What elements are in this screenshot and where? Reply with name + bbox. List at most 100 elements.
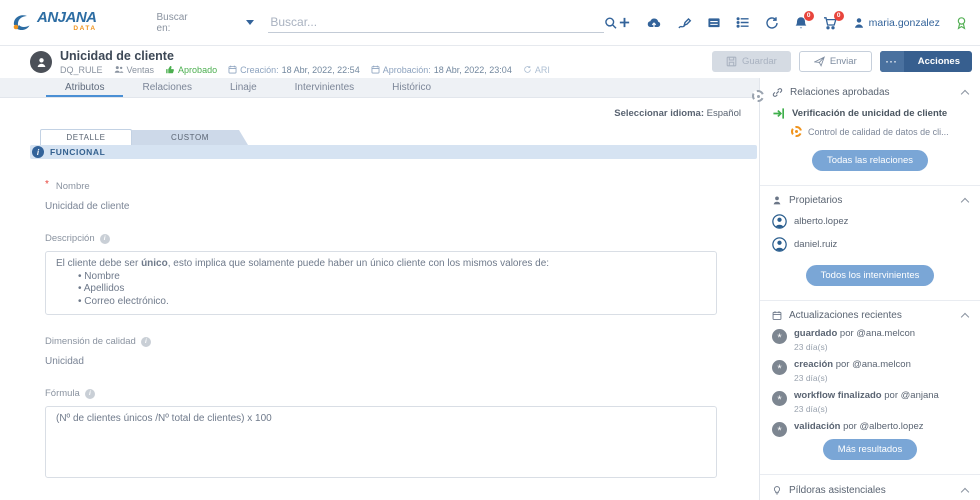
nombre-value: Unicidad de cliente xyxy=(45,201,759,212)
cloud-upload-icon[interactable] xyxy=(646,16,662,30)
person-icon xyxy=(772,195,782,206)
descripcion-pre: El cliente debe ser xyxy=(56,258,141,269)
search-input[interactable] xyxy=(268,12,604,33)
cart-icon[interactable]: 0 xyxy=(823,16,838,30)
sidebar-settings-gear-icon[interactable] xyxy=(752,90,764,102)
field-descripcion: Descripción El cliente debe ser único, e… xyxy=(45,233,759,315)
list-icon[interactable] xyxy=(736,16,750,29)
version-item[interactable]: ARI xyxy=(523,65,550,75)
save-button[interactable]: Guardar xyxy=(712,51,791,72)
dimension-label: Dimensión de calidad xyxy=(45,336,136,347)
anjana-logo[interactable]: ANJANA DATA xyxy=(10,11,97,35)
all-stakeholders-button[interactable]: Todos los intervinientes xyxy=(806,265,935,286)
section-funcional-header[interactable]: i FUNCIONAL xyxy=(30,145,757,159)
tab-bar: Atributos Relaciones Linaje Intervinient… xyxy=(0,78,759,98)
version-label: ARI xyxy=(535,65,550,75)
relaciones-header[interactable]: Relaciones aprobadas xyxy=(772,87,968,98)
descripcion-bullet: Correo electrónico. xyxy=(56,296,706,309)
info-icon[interactable] xyxy=(85,389,95,399)
update-action: validación xyxy=(794,421,840,432)
section-actualizaciones: Actualizaciones recientes guardado por @… xyxy=(760,301,980,475)
language-selector[interactable]: Seleccionar idioma: Español xyxy=(0,98,759,125)
user-menu[interactable]: maria.gonzalez xyxy=(853,17,940,29)
search-icon[interactable] xyxy=(604,16,617,30)
update-star-icon xyxy=(772,422,787,437)
right-sidebar: Relaciones aprobadas Verificación de uni… xyxy=(759,78,980,500)
actions-label: Acciones xyxy=(909,56,972,67)
formula-value: (Nº de clientes únicos /Nº total de clie… xyxy=(56,413,272,424)
object-meta: DQ_RULE Ventas Aprobado Creación: 1 xyxy=(60,65,550,75)
tab-linaje[interactable]: Linaje xyxy=(211,78,276,97)
avatar xyxy=(772,214,787,229)
pildoras-title: Píldoras asistenciales xyxy=(789,485,886,496)
relation-subitem-label: Control de calidad de datos de cli... xyxy=(808,127,949,137)
language-value[interactable]: Español xyxy=(707,108,741,119)
search-scope-label[interactable]: Buscar en: xyxy=(157,12,203,34)
main-panel: Atributos Relaciones Linaje Intervinient… xyxy=(0,78,759,500)
send-button[interactable]: Enviar xyxy=(799,51,872,72)
info-icon[interactable] xyxy=(100,234,110,244)
certificate-icon[interactable] xyxy=(955,16,968,30)
field-nombre: Nombre Unicidad de cliente xyxy=(45,181,759,212)
action-buttons: Guardar Enviar ··· Acciones xyxy=(712,51,972,72)
propietarios-title: Propietarios xyxy=(789,195,842,206)
chevron-up-icon[interactable] xyxy=(961,313,969,321)
all-relations-button[interactable]: Todas las relaciones xyxy=(812,150,928,171)
descripcion-post: , esto implica que solamente puede haber… xyxy=(168,258,549,269)
approved-item: Aprobación: 18 Abr, 2022, 23:04 xyxy=(371,65,512,75)
subtab-custom[interactable]: CUSTOM xyxy=(132,130,248,145)
relation-item[interactable]: Verificación de unicidad de cliente xyxy=(772,107,968,120)
chevron-up-icon[interactable] xyxy=(961,90,969,98)
chevron-up-icon[interactable] xyxy=(961,198,969,206)
tab-historico[interactable]: Histórico xyxy=(373,78,450,97)
descripcion-bullet: Nombre xyxy=(56,271,706,284)
section-propietarios: Propietarios alberto.lopez daniel.ruiz T… xyxy=(760,186,980,301)
relation-item-title: Verificación de unicidad de cliente xyxy=(792,108,947,119)
actualizaciones-header[interactable]: Actualizaciones recientes xyxy=(772,310,968,321)
catalog-icon[interactable] xyxy=(707,16,721,29)
update-star-icon xyxy=(772,391,787,406)
tab-intervinientes[interactable]: Intervinientes xyxy=(276,78,373,97)
update-action: workflow finalizado xyxy=(794,390,882,401)
actions-dots: ··· xyxy=(880,51,904,72)
send-label: Enviar xyxy=(830,56,857,67)
update-by: por @anjana xyxy=(884,390,939,401)
update-star-icon xyxy=(772,360,787,375)
approved-value: 18 Abr, 2022, 23:04 xyxy=(434,65,512,75)
domain-item: Ventas xyxy=(114,65,155,75)
tab-atributos[interactable]: Atributos xyxy=(46,78,123,97)
refresh-icon xyxy=(523,65,532,74)
attributes-form: Nombre Unicidad de cliente Descripción E… xyxy=(0,159,759,478)
owner-item[interactable]: daniel.ruiz xyxy=(772,237,968,252)
signature-icon[interactable] xyxy=(677,16,692,30)
bell-badge: 0 xyxy=(804,11,814,21)
calendar-icon xyxy=(371,65,380,74)
gear-icon xyxy=(791,126,802,137)
bell-icon[interactable]: 0 xyxy=(794,16,808,30)
approved-label: Aprobación: xyxy=(383,65,431,75)
descripcion-label: Descripción xyxy=(45,233,95,244)
more-results-button[interactable]: Más resultados xyxy=(823,439,917,460)
object-avatar xyxy=(30,51,52,73)
chevron-up-icon[interactable] xyxy=(961,487,969,495)
search-zone: Buscar en: xyxy=(157,12,618,34)
owner-item[interactable]: alberto.lopez xyxy=(772,214,968,229)
floppy-icon xyxy=(726,56,737,67)
relation-subitem[interactable]: Control de calidad de datos de cli... xyxy=(791,126,968,137)
tab-relaciones[interactable]: Relaciones xyxy=(123,78,210,97)
pildoras-header[interactable]: Píldoras asistenciales xyxy=(772,484,968,496)
propietarios-header[interactable]: Propietarios xyxy=(772,195,968,206)
descripcion-box[interactable]: El cliente debe ser único, esto implica … xyxy=(45,251,717,315)
status-badge: Aprobado xyxy=(165,65,217,75)
formula-box[interactable]: (Nº de clientes únicos /Nº total de clie… xyxy=(45,406,717,478)
top-icon-row: 0 0 maria.gonzalez xyxy=(618,16,980,30)
scope-dropdown-caret-icon[interactable] xyxy=(246,20,254,25)
subtab-detalle[interactable]: DETALLE xyxy=(40,129,132,145)
top-bar: ANJANA DATA Buscar en: xyxy=(0,0,980,46)
history-icon[interactable] xyxy=(765,16,779,30)
plus-icon[interactable] xyxy=(618,16,631,29)
person-icon xyxy=(35,56,48,69)
info-icon[interactable] xyxy=(141,337,151,347)
formula-label: Fórmula xyxy=(45,388,80,399)
actions-button[interactable]: ··· Acciones xyxy=(880,51,972,72)
